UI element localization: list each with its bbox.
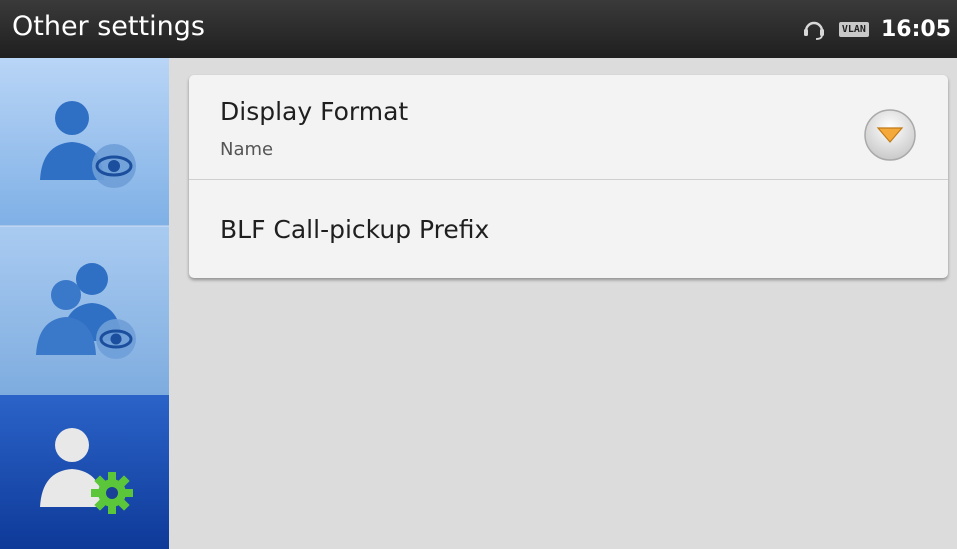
title-bar: Other settings VLAN 16:05 [0,0,957,58]
sidebar [0,58,169,549]
page-title: Other settings [12,11,205,42]
sidebar-item-contact-settings[interactable] [0,395,169,549]
settings-panel: Display Format Name BLF Call-pickup Pref… [169,58,957,549]
group-view-icon [36,263,136,359]
sidebar-item-contact-view[interactable] [0,58,169,226]
clock: 16:05 [880,16,951,42]
settings-list: Display Format Name BLF Call-pickup Pref… [189,75,948,278]
headset-icon [803,21,824,40]
display-format-item[interactable]: Display Format Name [189,75,948,179]
dropdown-arrow-icon[interactable] [863,108,917,162]
display-format-title: Display Format [220,97,409,126]
sidebar-item-group-view[interactable] [0,227,169,395]
blf-call-pickup-prefix-item[interactable]: BLF Call-pickup Prefix [189,180,948,278]
blf-prefix-title: BLF Call-pickup Prefix [220,215,490,244]
contact-view-icon [40,101,136,188]
display-format-value: Name [220,139,274,160]
vlan-badge: VLAN [838,21,869,37]
status-area: VLAN 16:05 [801,0,951,58]
contact-settings-icon [40,428,133,514]
